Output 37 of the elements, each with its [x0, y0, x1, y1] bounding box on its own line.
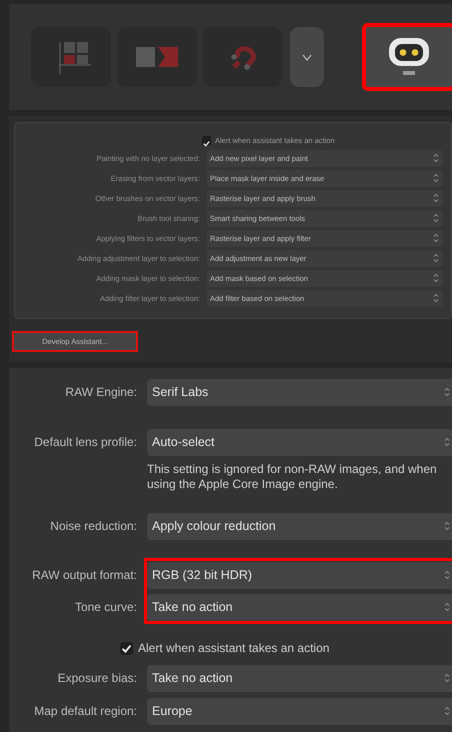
updown-icon [444, 601, 450, 613]
updown-icon [433, 172, 439, 184]
updown-icon [433, 192, 439, 204]
field-label: Tone curve: [74, 600, 137, 614]
field-label: Exposure bias: [56, 671, 137, 685]
field-label: Noise reduction: [49, 519, 137, 533]
updown-icon [444, 386, 450, 398]
robot-icon [387, 36, 432, 78]
updown-icon [433, 292, 439, 304]
updown-icon [444, 520, 450, 532]
updown-icon [444, 672, 450, 684]
dropdown[interactable]: Auto-select [147, 428, 452, 456]
updown-icon [433, 212, 439, 224]
updown-icon [433, 272, 439, 284]
dropdown[interactable]: Take no action [147, 594, 452, 620]
dropdown[interactable]: Apply colour reduction [147, 512, 452, 540]
updown-icon [433, 232, 439, 244]
checkbox[interactable] [202, 136, 211, 144]
updown-icon [444, 569, 450, 581]
field-label: RAW Engine: [64, 385, 137, 399]
help-text: This setting is ignored for non-RAW images, and when using the Apple Core Image engine. [147, 462, 438, 492]
dropdown[interactable]: RGB (32 bit HDR) [147, 562, 452, 588]
toolbar-button[interactable] [366, 27, 452, 87]
dropdown[interactable]: Take no action [147, 664, 452, 692]
checkbox-label: Alert when assistant takes an action [138, 641, 330, 655]
chevron-icon [302, 54, 312, 60]
updown-icon [433, 152, 439, 164]
updown-icon [444, 705, 450, 717]
field-label: Default lens profile: [33, 435, 137, 449]
checkbox[interactable] [120, 642, 133, 654]
dropdown[interactable]: Europe [147, 698, 452, 724]
field-label: RAW output format: [31, 568, 137, 582]
dropdown[interactable]: Serif Labs [147, 378, 452, 406]
updown-icon [444, 436, 450, 448]
updown-icon [433, 252, 439, 264]
blocks-icon [136, 47, 178, 67]
field-label: Map default region: [33, 704, 137, 718]
